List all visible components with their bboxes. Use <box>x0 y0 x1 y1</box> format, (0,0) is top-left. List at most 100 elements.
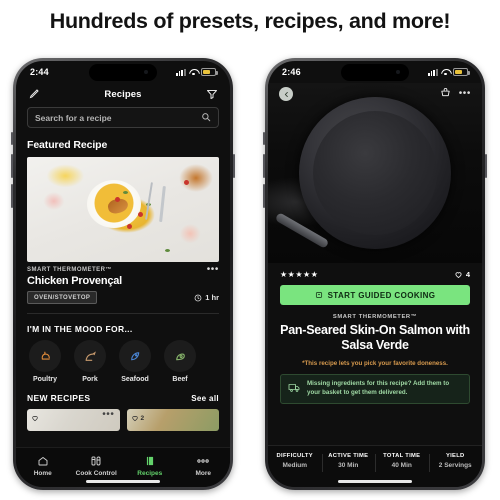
like-count: 4 <box>465 270 470 279</box>
home-indicator <box>86 480 160 483</box>
front-camera-icon <box>396 70 400 74</box>
cta-label: START GUIDED COOKING <box>327 290 436 300</box>
power-button <box>233 154 235 178</box>
tab-recipes[interactable]: Recipes <box>123 453 177 477</box>
heart-icon[interactable]: 2 <box>131 414 145 422</box>
tab-label: Recipes <box>137 470 163 477</box>
like-counter[interactable]: 4 <box>454 270 470 279</box>
thermometer-icon <box>315 292 322 298</box>
phones-stage: 2:44 Recipes Search for a recipe Feature… <box>0 56 500 500</box>
mood-item-beef[interactable]: Beef <box>162 340 198 383</box>
mood-item-poultry[interactable]: Poultry <box>27 340 63 383</box>
herb-shape <box>165 249 171 253</box>
basket-icon[interactable] <box>440 85 451 103</box>
salmon-skin-shape <box>333 152 350 176</box>
tab-cook-control[interactable]: Cook Control <box>70 453 124 477</box>
mute-switch <box>263 132 265 145</box>
tab-label: Cook Control <box>75 470 117 477</box>
tomato-shape <box>126 224 132 230</box>
more-dots-icon[interactable]: ••• <box>459 89 471 99</box>
tab-label: More <box>195 470 212 477</box>
mood-item-pork[interactable]: Pork <box>72 340 108 383</box>
mood-section-title: I'M IN THE MOOD FOR... <box>16 314 230 340</box>
missing-ingredients-notice[interactable]: Missing ingredients for this recipe? Add… <box>280 373 470 404</box>
volume-up-button <box>11 154 13 178</box>
cook-time: 1 hr <box>194 293 219 302</box>
battery-icon <box>201 68 218 76</box>
herb-shape <box>123 190 128 194</box>
detail-actions: ••• <box>440 85 471 103</box>
beef-icon <box>164 340 196 372</box>
info-key: TOTAL TIME <box>383 453 421 459</box>
new-recipes-title: NEW RECIPES <box>27 393 91 403</box>
notice-text: Missing ingredients for this recipe? Add… <box>307 379 450 396</box>
frying-pan-shape <box>274 97 451 249</box>
recipe-note: *This recipe lets you pick your favorite… <box>302 359 448 367</box>
search-input[interactable]: Search for a recipe <box>27 107 219 128</box>
info-value: 2 Servings <box>438 462 472 469</box>
phone-left: 2:44 Recipes Search for a recipe Feature… <box>11 58 235 490</box>
list-item[interactable]: 2 <box>126 409 219 431</box>
more-dots-icon[interactable]: ••• <box>102 410 114 420</box>
mood-label: Poultry <box>32 376 58 383</box>
tomato-shape <box>184 180 190 186</box>
featured-recipe-name[interactable]: Chicken Provençal <box>27 275 219 287</box>
see-all-link[interactable]: See all <box>191 394 219 403</box>
info-value: Medium <box>282 462 308 469</box>
info-value: 40 Min <box>391 462 412 469</box>
page-title: Hundreds of presets, recipes, and more! <box>49 9 451 33</box>
back-chevron-icon[interactable] <box>279 87 293 101</box>
start-guided-cooking-button[interactable]: START GUIDED COOKING <box>280 285 470 305</box>
star-rating[interactable]: ★★★★★ <box>280 270 318 279</box>
pencil-icon[interactable] <box>27 87 41 101</box>
salmon-skin-shape <box>343 116 360 140</box>
rating-row: ★★★★★ 4 <box>268 263 482 279</box>
mood-title-text: I'M IN THE MOOD FOR... <box>27 324 133 334</box>
recipe-brand-label: SMART THERMOMETER™ <box>332 314 418 320</box>
search-placeholder: Search for a recipe <box>35 112 112 123</box>
more-dots-icon <box>177 453 231 468</box>
tab-home[interactable]: Home <box>16 453 70 477</box>
dynamic-island <box>341 64 409 81</box>
more-dots-icon[interactable]: ••• <box>207 265 219 275</box>
seafood-icon <box>119 340 151 372</box>
filter-funnel-icon[interactable] <box>205 87 219 101</box>
search-area: Search for a recipe <box>16 105 230 128</box>
volume-up-button <box>263 154 265 178</box>
recipe-title: Pan-Seared Skin-On Salmon with Salsa Ver… <box>280 323 470 353</box>
status-badge: OVEN/STOVETOP <box>27 291 98 304</box>
search-icon <box>201 109 211 127</box>
mood-label: Pork <box>82 376 98 383</box>
list-item[interactable]: ••• <box>27 409 120 431</box>
status-bar-right: 2:46 <box>268 61 482 83</box>
cook-control-icon <box>70 453 124 468</box>
heart-icon <box>455 272 462 278</box>
status-indicators <box>427 68 470 76</box>
info-yield: YIELD 2 Servings <box>428 453 483 472</box>
heart-icon[interactable] <box>31 414 41 422</box>
tab-more[interactable]: More <box>177 453 231 477</box>
tomato-shape <box>138 211 144 217</box>
salmon-fillet-shape <box>343 116 415 160</box>
featured-section-title: Featured Recipe <box>27 139 108 151</box>
brand-label: SMART THERMOMETER™ <box>27 267 112 273</box>
status-clock: 2:46 <box>282 67 301 77</box>
phone-right: 2:46 ••• ★★★★★ 4 START GUIDED COOKING SM… <box>263 58 487 490</box>
featured-recipe-image[interactable] <box>27 157 219 262</box>
poultry-icon <box>29 340 61 372</box>
detail-top-bar: ••• <box>268 83 482 105</box>
status-clock: 2:44 <box>30 67 49 77</box>
mood-item-seafood[interactable]: Seafood <box>117 340 153 383</box>
power-button <box>485 154 487 178</box>
cellular-signal-icon <box>427 68 438 76</box>
info-key: DIFFICULTY <box>276 453 313 459</box>
delivery-truck-icon <box>288 380 301 398</box>
volume-down-button <box>11 184 13 208</box>
tab-label: Home <box>33 470 52 477</box>
like-count: 2 <box>140 414 145 422</box>
mood-label: Beef <box>172 376 188 383</box>
recipe-hero-image[interactable] <box>268 83 482 263</box>
fork-shape <box>144 182 153 221</box>
wifi-icon <box>189 69 198 76</box>
info-active-time: ACTIVE TIME 30 Min <box>321 453 376 472</box>
